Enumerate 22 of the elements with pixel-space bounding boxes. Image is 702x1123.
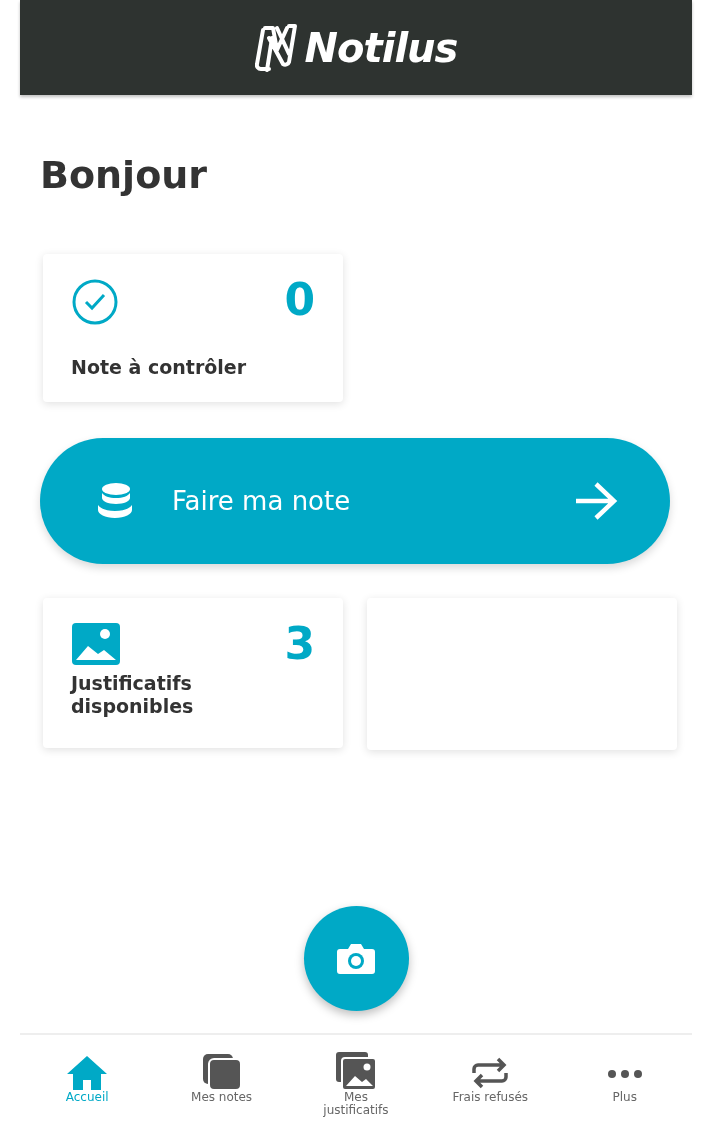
nav-tab[interactable]: Plus xyxy=(564,1045,685,1123)
check-circle-icon xyxy=(71,278,119,326)
swap-arrows-icon xyxy=(470,1055,511,1091)
summary-tile[interactable]: 0 Note à contrôler xyxy=(43,254,343,402)
nav-tab[interactable]: Frais refusés xyxy=(430,1045,551,1123)
nav-tab[interactable]: Mes notes xyxy=(161,1045,282,1123)
tile-count: 3 xyxy=(284,622,315,666)
tile-label: Note à contrôler xyxy=(71,356,248,379)
camera-icon xyxy=(336,942,376,975)
camera-button[interactable] xyxy=(303,906,409,1011)
nav-tab[interactable]: Mes justificatifs xyxy=(295,1045,416,1123)
greeting-heading: Bonjour xyxy=(40,152,209,199)
home-icon xyxy=(66,1055,109,1091)
image-icon xyxy=(71,622,121,666)
tile-count: 0 xyxy=(284,278,315,322)
logo-text: Notilus xyxy=(304,23,458,73)
stacked-squares-icon xyxy=(201,1053,242,1091)
tile-label: Justificatifs disponibles xyxy=(71,672,195,718)
stacked-images-icon xyxy=(334,1051,377,1091)
more-icon xyxy=(606,1069,643,1079)
arrow-right-icon xyxy=(574,482,618,520)
summary-tile[interactable]: 3 Justificatifs disponibles xyxy=(43,598,343,748)
